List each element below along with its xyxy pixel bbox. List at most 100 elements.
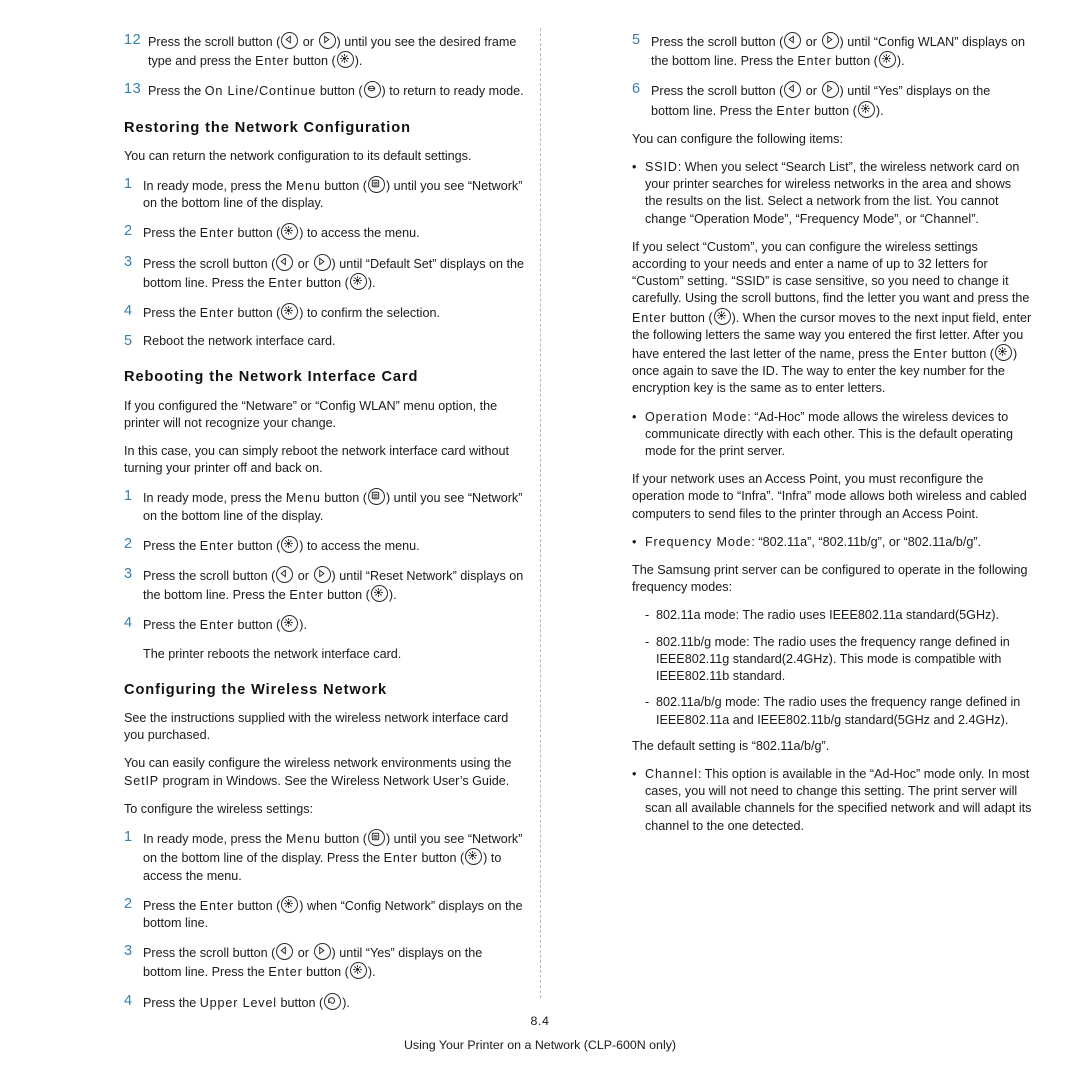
button-name: Enter xyxy=(913,347,948,362)
button-name: Frequency Mode xyxy=(645,534,752,549)
step-number: 1 xyxy=(124,829,133,846)
dash-item-text: 802.11a/b/g mode: The radio uses the fre… xyxy=(656,695,1021,727)
paragraph: You can return the network configuration… xyxy=(124,148,472,163)
bullet-dot-icon: • xyxy=(632,766,637,781)
right-arrow-button-icon xyxy=(313,943,331,961)
enter-button-icon xyxy=(370,585,388,603)
numbered-step: 2 Press the Enter button () to access the… xyxy=(124,223,524,242)
left-column: 12 Press the scroll button ( or ) until y… xyxy=(124,32,524,1023)
button-name: Enter xyxy=(797,54,832,69)
left-arrow-button-icon xyxy=(784,32,802,49)
step-followup-text: The printer reboots the network interfac… xyxy=(143,646,402,661)
button-name: Menu xyxy=(285,491,321,506)
step-number: 3 xyxy=(124,253,133,270)
page-footer: Using Your Printer on a Network (CLP-600… xyxy=(403,1038,677,1052)
button-name: Channel xyxy=(645,766,698,781)
button-name: SetIP xyxy=(124,773,160,788)
step-text: Press the On Line/Continue button () to … xyxy=(148,81,524,100)
button-name: On Line/Continue xyxy=(204,84,317,99)
left-arrow-button-icon xyxy=(276,943,294,961)
right-arrow-button-icon xyxy=(821,81,839,99)
dash-item: -802.11a mode: The radio uses IEEE802.11… xyxy=(645,607,1032,624)
left-arrow-button-icon xyxy=(784,81,802,99)
step-text: In ready mode, press the Menu button () … xyxy=(143,829,524,885)
numbered-step: 6 Press the scroll button ( or ) until “Y… xyxy=(632,81,1032,119)
bullet-item: • Channel: This option is available in th… xyxy=(632,766,1032,835)
dash-item-text: 802.11a mode: The radio uses IEEE802.11a… xyxy=(656,608,1000,623)
right-arrow-button-icon xyxy=(318,32,336,49)
section-heading: Rebooting the Network Interface Card xyxy=(124,369,419,386)
enter-button-icon xyxy=(349,962,367,980)
step-text: Reboot the network interface card. xyxy=(143,334,336,349)
column-divider xyxy=(540,28,541,998)
paragraph: To configure the wireless settings: xyxy=(124,801,313,816)
step-number: 2 xyxy=(124,895,133,912)
right-arrow-button-icon xyxy=(313,253,331,271)
bullet-dot-icon: • xyxy=(632,160,637,175)
enter-button-icon xyxy=(281,535,299,553)
menu-button-icon xyxy=(367,488,385,506)
step-text: Press the scroll button ( or ) until “Ye… xyxy=(143,943,524,981)
numbered-step: 1 In ready mode, press the Menu button ()… xyxy=(124,829,524,885)
bullet-text: Operation Mode: “Ad-Hoc” mode allows the… xyxy=(645,409,1013,459)
left-arrow-button-icon xyxy=(276,253,294,271)
section-heading: Configuring the Wireless Network xyxy=(124,681,388,698)
enter-button-icon xyxy=(465,848,483,866)
dash-item: -802.11a/b/g mode: The radio uses the fr… xyxy=(645,694,1032,728)
bullet-item: • Operation Mode: “Ad-Hoc” mode allows th… xyxy=(632,409,1032,461)
step-text: Press the scroll button ( or ) until “De… xyxy=(143,253,524,292)
button-name: SSID xyxy=(645,160,678,175)
bullet-item: • Frequency Mode: “802.11a”, “802.11b/g”,… xyxy=(632,534,1032,551)
upper-level-button-icon xyxy=(324,992,342,1010)
menu-button-icon xyxy=(367,176,385,194)
paragraph: You can easily configure the wireless ne… xyxy=(124,756,512,788)
bullet-subparagraph: If you select “Custom”, you can configur… xyxy=(632,239,1032,396)
section-heading: Restoring the Network Configuration xyxy=(124,119,411,136)
button-name: Enter xyxy=(776,103,811,118)
step-text: In ready mode, press the Menu button () … xyxy=(143,488,524,524)
right-arrow-button-icon xyxy=(821,32,839,49)
step-text: Press the Enter button () to confirm the… xyxy=(143,303,524,322)
page-number: 8.4 xyxy=(530,1014,550,1028)
button-name: Enter xyxy=(268,965,303,980)
enter-button-icon xyxy=(349,272,367,290)
paragraph: You can configure the following items: xyxy=(632,131,843,146)
bullet-item: • SSID: When you select “Search List”, th… xyxy=(632,159,1032,228)
paragraph: If you configured the “Netware” or “Conf… xyxy=(124,398,498,430)
step-number: 12 xyxy=(124,32,142,48)
enter-button-icon xyxy=(713,307,731,325)
paragraph: See the instructions supplied with the w… xyxy=(124,711,509,743)
button-name: Enter xyxy=(199,618,235,633)
button-name: Enter xyxy=(199,538,235,553)
enter-button-icon xyxy=(336,51,354,69)
step-text: Press the scroll button ( or ) until you… xyxy=(148,32,524,70)
step-number: 4 xyxy=(124,992,133,1009)
numbered-step: 3 Press the scroll button ( or ) until “D… xyxy=(124,253,524,292)
right-column: 5 Press the scroll button ( or ) until “C… xyxy=(632,32,1032,846)
button-name: Enter xyxy=(255,54,290,69)
step-number: 4 xyxy=(124,303,133,320)
step-number: 2 xyxy=(124,223,133,240)
dash-item: -802.11b/g mode: The radio uses the freq… xyxy=(645,634,1032,686)
step-number: 4 xyxy=(124,615,133,632)
button-name: Operation Mode xyxy=(645,409,748,424)
step-text: Press the Enter button () when “Config N… xyxy=(143,895,524,932)
step-number: 5 xyxy=(124,333,133,350)
button-name: Enter xyxy=(199,226,235,241)
button-name: Enter xyxy=(383,851,418,866)
button-name: Enter xyxy=(199,306,235,321)
enter-button-icon xyxy=(281,303,299,321)
menu-button-icon xyxy=(367,829,385,847)
dash-item-text: 802.11b/g mode: The radio uses the frequ… xyxy=(656,634,1010,684)
numbered-step: 5 Press the scroll button ( or ) until “C… xyxy=(632,32,1032,70)
paragraph: In this case, you can simply reboot the … xyxy=(124,444,510,476)
dash-marker-icon: - xyxy=(645,634,650,649)
button-name: Enter xyxy=(289,588,324,603)
step-number: 1 xyxy=(124,488,133,505)
left-arrow-button-icon xyxy=(281,32,299,49)
manual-page: 12 Press the scroll button ( or ) until y… xyxy=(0,0,1080,1080)
left-arrow-button-icon xyxy=(276,566,294,584)
bullet-text: SSID: When you select “Search List”, the… xyxy=(645,160,1020,226)
step-number: 3 xyxy=(124,566,133,583)
numbered-step: 1 In ready mode, press the Menu button ()… xyxy=(124,176,524,212)
